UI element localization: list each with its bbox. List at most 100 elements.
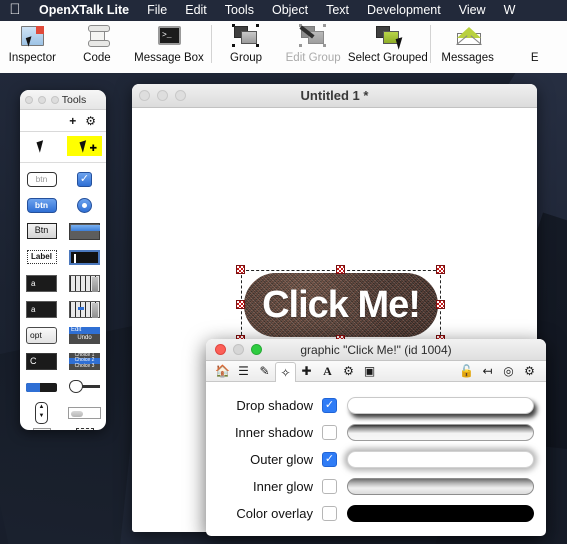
inspector-title: graphic "Click Me!" (id 1004)	[300, 342, 452, 357]
edit-tool[interactable]: ✚	[67, 136, 102, 156]
menu-item-openxtalk-lite[interactable]: OpenXTalk Lite	[30, 0, 138, 21]
scrollbar-tool[interactable]	[67, 403, 102, 423]
radio-button-tool[interactable]	[67, 195, 102, 215]
list-field-glyph: a	[26, 274, 57, 292]
toolbar-button-inspector[interactable]: Inspector	[0, 21, 65, 73]
image-select-glyph	[75, 428, 94, 430]
table-field-tool[interactable]	[67, 273, 102, 293]
tab-basic[interactable]: 🏠	[212, 361, 233, 382]
tab-colors[interactable]: ✎	[254, 361, 275, 382]
selected-graphic-wrapper[interactable]: Click Me!	[235, 264, 447, 346]
text-a-icon: A	[323, 363, 332, 378]
tab-custom-props[interactable]: ⚙	[338, 361, 359, 382]
option-menu-tool[interactable]: opt	[24, 325, 59, 345]
checkbox-color-overlay[interactable]	[322, 505, 337, 521]
menu-bar-title: Edit	[69, 326, 100, 334]
move-cross-icon: ✚	[89, 143, 97, 153]
checkbox-inner-glow[interactable]	[322, 478, 337, 494]
toolbar-button-messages[interactable]: Messages	[433, 21, 503, 73]
property-row-color-overlay: Color overlay	[214, 500, 534, 526]
add-tool-button[interactable]: +	[69, 114, 76, 128]
rect-button-tool[interactable]: Btn	[24, 221, 59, 241]
label-inner-glow: Inner glow	[253, 478, 313, 494]
checkbox-inner-shadow[interactable]	[322, 424, 337, 440]
preview-inner-glow[interactable]	[347, 477, 534, 495]
choices-list-tool[interactable]: Choice 1 Choice 2 Choice 3	[67, 351, 102, 371]
selection-handle[interactable]	[436, 300, 445, 309]
menu-bar-item: Undo	[77, 334, 92, 341]
multi-list-tool[interactable]: a	[24, 299, 59, 319]
toolbar-button-clipped[interactable]: E	[502, 21, 567, 73]
data-grid-tool[interactable]	[67, 299, 102, 319]
toolbar-button-message-box[interactable]: >_ Message Box	[129, 21, 209, 73]
tools-palette[interactable]: Tools + ⚙ ✚ btn ✓ btn Btn Label a a opt	[20, 90, 106, 430]
tab-text[interactable]: A	[317, 361, 338, 382]
menu-item-file[interactable]: File	[138, 0, 176, 21]
checkbox-tool-glyph: ✓	[77, 171, 92, 187]
menu-item-window[interactable]: W	[495, 0, 525, 21]
card-window-title: Untitled 1 *	[300, 88, 369, 103]
text-field-tool[interactable]	[67, 247, 102, 267]
menu-item-object[interactable]: Object	[263, 0, 317, 21]
checkbox-tool[interactable]: ✓	[67, 169, 102, 189]
tools-row-progress	[20, 373, 106, 399]
preview-drop-shadow[interactable]	[347, 396, 534, 414]
tab-size[interactable]: ▣	[359, 361, 380, 382]
tab-content[interactable]: ☰	[233, 361, 254, 382]
toolbar-label-message-box: Message Box	[134, 52, 204, 64]
arrow-move-icon	[79, 139, 90, 153]
gear-icon[interactable]: ⚙	[85, 114, 96, 128]
popup-menu-tool[interactable]	[67, 221, 102, 241]
inspector-tab-strip: 🏠 ☰ ✎ ✧ ✚ A ⚙ ▣ 🔓 ↤ ◎ ⚙	[206, 361, 546, 382]
code-scroll-icon	[82, 24, 112, 50]
default-button-tool[interactable]: btn	[24, 195, 59, 215]
tab-position[interactable]: ✚	[296, 361, 317, 382]
selection-handle[interactable]	[336, 265, 345, 274]
property-row-inner-shadow: Inner shadow	[214, 419, 534, 445]
toolbar-button-code[interactable]: Code	[65, 21, 130, 73]
selection-handle[interactable]	[236, 265, 245, 274]
slider-knob-tool[interactable]	[67, 377, 102, 397]
tools-row-pointers: ✚	[20, 132, 106, 163]
image-tool[interactable]	[24, 428, 59, 430]
label-inner-shadow: Inner shadow	[234, 424, 313, 440]
toolbar-button-edit-group[interactable]: Edit Group	[278, 21, 348, 73]
pencil-icon: ✎	[259, 364, 270, 378]
image-select-tool[interactable]	[67, 428, 102, 430]
progress-bar-tool[interactable]	[24, 377, 59, 397]
menu-item-tools[interactable]: Tools	[216, 0, 263, 21]
button-tool[interactable]: btn	[24, 169, 59, 189]
menu-item-view[interactable]: View	[450, 0, 495, 21]
gear-icon[interactable]: ⚙	[519, 361, 540, 382]
menu-item-development[interactable]: Development	[358, 0, 450, 21]
stepper-tool[interactable]: ▲ ▼	[24, 402, 59, 424]
menu-bar-tool[interactable]: Edit Undo	[67, 325, 102, 345]
toolbar-button-group[interactable]: Group	[214, 21, 279, 73]
preview-outer-glow[interactable]	[347, 450, 534, 468]
graphic-inspector-dialog[interactable]: graphic "Click Me!" (id 1004) 🏠 ☰ ✎ ✧ ✚ …	[206, 339, 546, 536]
selection-handle[interactable]	[236, 300, 245, 309]
menu-item-text[interactable]: Text	[317, 0, 358, 21]
preview-color-overlay[interactable]	[347, 504, 534, 522]
arrow-icon	[36, 139, 47, 153]
toolbar-label-inspector: Inspector	[8, 52, 56, 64]
tab-effects[interactable]: ✧	[275, 362, 296, 382]
label-field-tool[interactable]: Label	[24, 247, 59, 267]
toolbar-label-messages: Messages	[441, 52, 494, 64]
property-row-inner-glow: Inner glow	[214, 473, 534, 499]
preview-inner-shadow[interactable]	[347, 423, 534, 441]
send-to-icon[interactable]: ↤	[477, 361, 498, 382]
browse-tool[interactable]	[24, 136, 59, 156]
toolbar-button-select-grouped[interactable]: Select Grouped	[348, 21, 428, 73]
menu-item-edit[interactable]: Edit	[176, 0, 216, 21]
list-field-tool[interactable]: a	[24, 273, 59, 293]
checkbox-drop-shadow[interactable]: ✓	[322, 397, 337, 413]
toolbar-separator-2	[429, 25, 431, 63]
apple-logo-icon[interactable]: 	[0, 2, 30, 19]
combo-box-tool[interactable]: C	[24, 351, 59, 371]
lock-icon[interactable]: 🔓	[456, 361, 477, 382]
checkbox-outer-glow[interactable]: ✓	[322, 451, 337, 467]
selection-handle[interactable]	[436, 265, 445, 274]
target-icon[interactable]: ◎	[498, 361, 519, 382]
tools-row-combo: C Choice 1 Choice 2 Choice 3	[20, 347, 106, 373]
